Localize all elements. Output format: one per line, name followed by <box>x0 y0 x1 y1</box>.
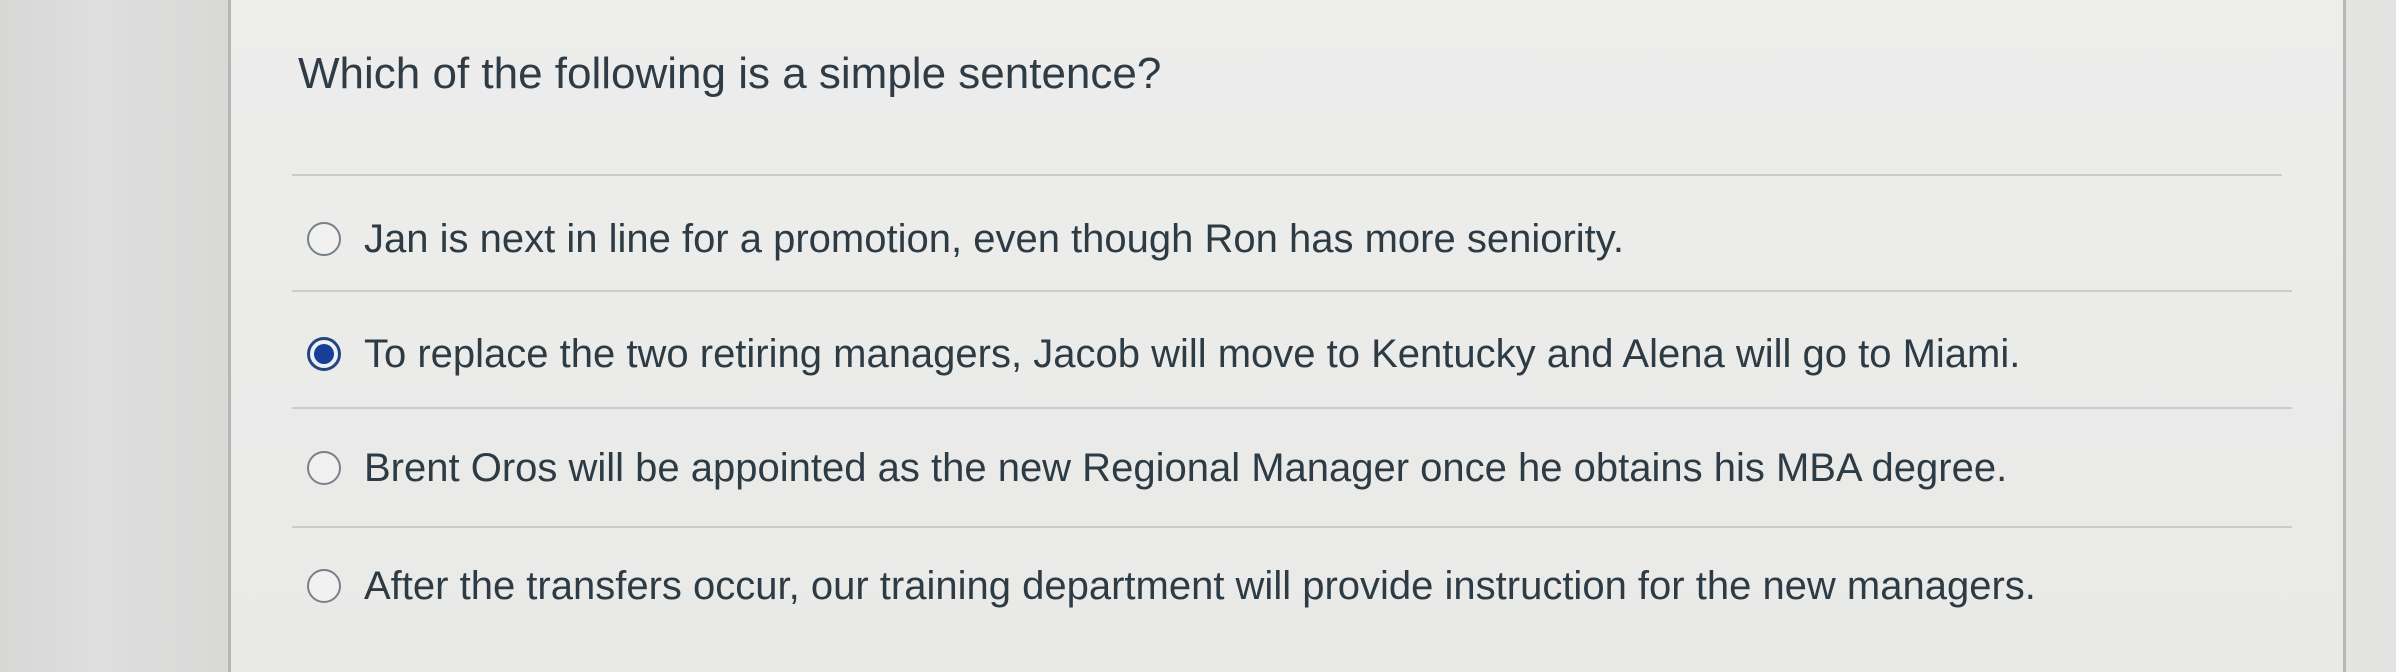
answer-option-2[interactable]: To replace the two retiring managers, Ja… <box>307 318 2020 390</box>
answer-divider <box>292 526 2292 528</box>
answer-option-4[interactable]: After the transfers occur, our training … <box>307 550 2036 622</box>
answer-divider <box>292 290 2292 292</box>
answer-option-3[interactable]: Brent Oros will be appointed as the new … <box>307 432 2007 504</box>
radio-button-unselected[interactable] <box>307 569 341 603</box>
answer-option-1[interactable]: Jan is next in line for a promotion, eve… <box>307 203 1624 275</box>
quiz-question-card: Which of the following is a simple sente… <box>228 0 2346 672</box>
answer-divider <box>292 407 2292 409</box>
answer-option-1-label: Jan is next in line for a promotion, eve… <box>364 217 1624 261</box>
radio-button-unselected[interactable] <box>307 451 341 485</box>
radio-button-selected[interactable] <box>307 337 341 371</box>
answer-option-3-label: Brent Oros will be appointed as the new … <box>364 446 2008 490</box>
answer-option-2-label: To replace the two retiring managers, Ja… <box>364 332 2021 376</box>
question-text: Which of the following is a simple sente… <box>298 49 1162 98</box>
question-divider <box>292 174 2282 176</box>
radio-button-unselected[interactable] <box>307 222 341 256</box>
answer-option-4-label: After the transfers occur, our training … <box>364 564 2036 608</box>
selected-radio-dot-icon <box>314 344 334 364</box>
